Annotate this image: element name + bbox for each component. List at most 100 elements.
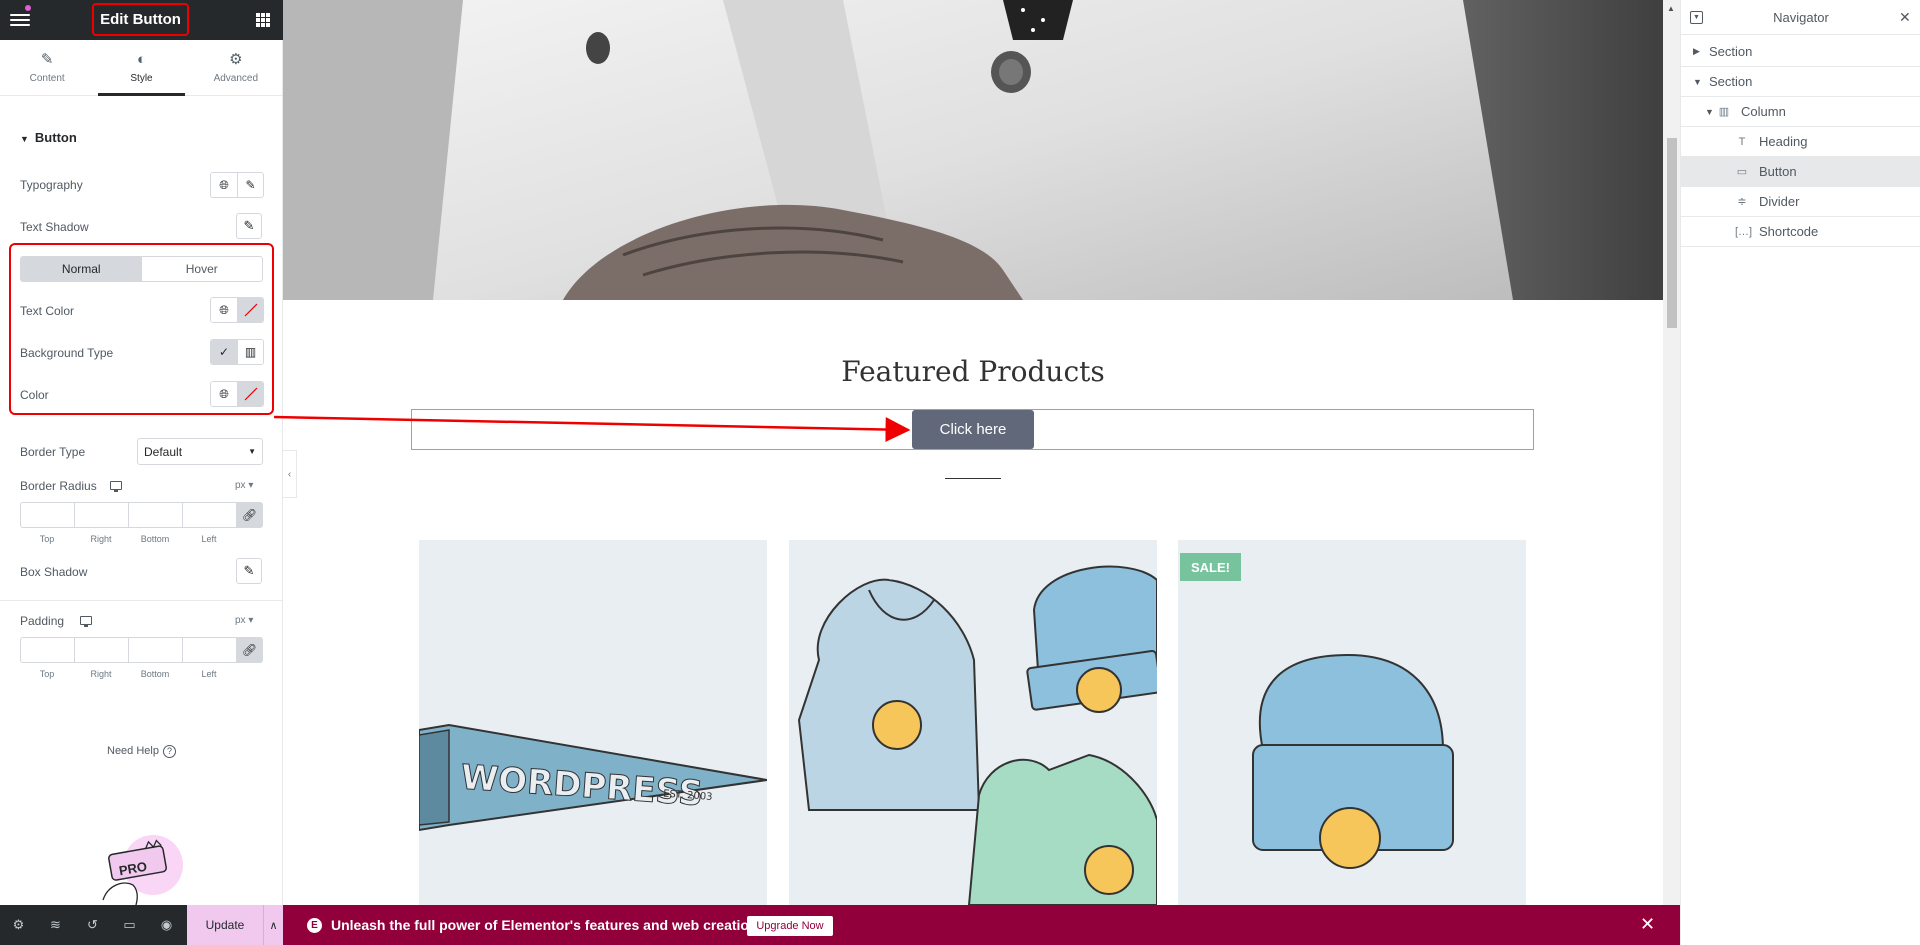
unit-selector[interactable]: px ▾ — [235, 480, 253, 491]
navigator-item-label: Shortcode — [1759, 224, 1819, 239]
padding-bottom-input[interactable] — [128, 637, 182, 663]
border-radius-label: Border Radius — [20, 479, 97, 493]
pennant-product-image: WORDPRESS EST. 2003 — [419, 723, 767, 832]
layers-icon[interactable]: ≋ — [37, 905, 74, 945]
border-radius-right-input[interactable] — [74, 502, 128, 528]
section-toggle-button[interactable]: ▼ Button — [20, 130, 77, 145]
settings-icon[interactable]: ⚙ — [0, 905, 37, 945]
question-icon: ? — [162, 745, 176, 758]
border-radius-left-input[interactable] — [182, 502, 236, 528]
state-tab-hover[interactable]: Hover — [142, 257, 263, 281]
panel-title: Edit Button — [92, 3, 189, 36]
tab-content[interactable]: ✎ Content — [0, 40, 94, 95]
navigator-item-shortcode[interactable]: […] Shortcode — [1681, 217, 1920, 247]
hamburger-menu-icon[interactable] — [10, 11, 30, 29]
dimension-label: Top — [39, 534, 55, 544]
caret-right-icon: ▶ — [1693, 46, 1700, 56]
state-tab-normal[interactable]: Normal — [21, 257, 142, 281]
tab-advanced[interactable]: ⚙ Advanced — [189, 40, 283, 95]
edit-text-shadow-icon[interactable]: ✎ — [236, 213, 262, 239]
desktop-monitor-icon[interactable] — [110, 481, 122, 492]
tab-content-label: Content — [29, 72, 65, 84]
divider-icon: ≑ — [1737, 196, 1747, 208]
navigator-item-column[interactable]: ▼ ▥ Column — [1681, 97, 1920, 127]
navigator-item-label: Button — [1759, 164, 1797, 179]
border-radius-inputs: 🔗︎ — [20, 502, 263, 528]
hoodie-beanie-product-image — [797, 565, 1157, 905]
caret-down-icon: ▼ — [20, 134, 29, 144]
global-icon[interactable]: 🌐︎ — [211, 173, 237, 197]
close-icon[interactable]: ✕ — [1899, 9, 1911, 26]
navigator-item-label: Section — [1709, 74, 1753, 89]
color-label: Color — [20, 388, 49, 402]
panel-header: Edit Button — [0, 0, 283, 40]
text-color-controls: 🌐︎ — [210, 297, 264, 323]
click-here-button[interactable]: Click here — [912, 410, 1034, 449]
notification-dot — [25, 5, 31, 11]
navigator-item-section[interactable]: ▼ Section — [1681, 67, 1920, 97]
brush-classic-icon[interactable]: ✓ — [211, 340, 237, 364]
dimension-label: Bottom — [140, 669, 170, 679]
scroll-thumb[interactable] — [1667, 138, 1677, 328]
preview-eye-icon[interactable]: ◉ — [148, 905, 185, 945]
beanie-product-image — [1252, 653, 1454, 869]
color-picker-swatch[interactable] — [237, 382, 263, 406]
upgrade-now-button[interactable]: Upgrade Now — [747, 916, 833, 936]
edit-box-shadow-icon[interactable]: ✎ — [236, 558, 262, 584]
tab-style[interactable]: ◐ Style — [94, 40, 188, 96]
navigator-header: ▼ Navigator ✕ — [1681, 0, 1920, 35]
dimension-label: Left — [201, 669, 217, 679]
edit-typography-icon[interactable]: ✎ — [237, 173, 263, 197]
link-values-icon[interactable]: 🔗︎ — [236, 502, 263, 528]
update-button[interactable]: Update — [187, 905, 263, 945]
unit-selector[interactable]: px ▾ — [235, 615, 253, 626]
section-title: Button — [34, 130, 77, 145]
padding-top-input[interactable] — [20, 637, 74, 663]
global-icon[interactable]: 🌐︎ — [211, 298, 237, 322]
close-icon[interactable]: ✕ — [1640, 914, 1655, 935]
product-card[interactable]: WORDPRESS EST. 2003 — [419, 540, 767, 905]
navigator-item-label: Divider — [1759, 194, 1800, 209]
tab-style-label: Style — [130, 72, 153, 84]
border-radius-top-input[interactable] — [20, 502, 74, 528]
desktop-monitor-icon[interactable] — [80, 616, 92, 627]
chevron-up-icon[interactable]: ∧ — [263, 905, 283, 945]
promo-text: Unleash the full power of Elementor's fe… — [331, 917, 799, 933]
dimension-label: Bottom — [140, 534, 170, 544]
padding-left-input[interactable] — [182, 637, 236, 663]
navigator-item-section[interactable]: ▶ Section — [1681, 37, 1920, 67]
gear-icon: ⚙ — [229, 50, 243, 68]
product-card[interactable]: SALE! — [1178, 540, 1526, 905]
typography-controls: 🌐︎ ✎ — [210, 172, 264, 198]
border-type-select[interactable]: Default ▼ — [137, 438, 263, 465]
navigator-item-label: Section — [1709, 44, 1753, 59]
no-color-icon — [244, 387, 257, 401]
tab-advanced-label: Advanced — [213, 72, 259, 84]
need-help-link[interactable]: Need Help? — [0, 745, 283, 758]
link-values-icon[interactable]: 🔗︎ — [236, 637, 263, 663]
padding-right-input[interactable] — [74, 637, 128, 663]
product-card[interactable] — [789, 540, 1157, 905]
promo-bar: E Unleash the full power of Elementor's … — [283, 905, 1680, 945]
preview-canvas: ‹ Featured Products Click here WORDPRESS… — [283, 0, 1663, 905]
unit-label: px — [235, 615, 246, 626]
widgets-grid-icon[interactable] — [256, 13, 270, 27]
responsive-icon[interactable]: ▭ — [111, 905, 148, 945]
gradient-icon[interactable]: ▥ — [237, 340, 263, 364]
border-radius-bottom-input[interactable] — [128, 502, 182, 528]
panel-footer: ⚙ ≋ ↺ ▭ ◉ Update ∧ — [0, 905, 283, 945]
contrast-icon: ◐ — [136, 50, 147, 68]
editor-panel: Edit Button ✎ Content ◐ Style ⚙ Advanced… — [0, 0, 283, 945]
preview-scrollbar[interactable]: ▲ — [1663, 0, 1680, 905]
collapse-panel-button[interactable]: ‹ — [283, 450, 297, 498]
navigator-item-heading[interactable]: T Heading — [1681, 127, 1920, 157]
border-radius-dimension-labels: Top Right Bottom Left — [20, 534, 236, 544]
global-icon[interactable]: 🌐︎ — [211, 382, 237, 406]
scroll-up-arrow-icon[interactable]: ▲ — [1667, 4, 1675, 13]
pencil-icon: ✎ — [40, 50, 54, 68]
dimension-label: Right — [90, 669, 112, 679]
color-picker-swatch[interactable] — [237, 298, 263, 322]
history-icon[interactable]: ↺ — [74, 905, 111, 945]
navigator-item-button[interactable]: ▭ Button — [1681, 157, 1920, 187]
navigator-item-divider[interactable]: ≑ Divider — [1681, 187, 1920, 217]
